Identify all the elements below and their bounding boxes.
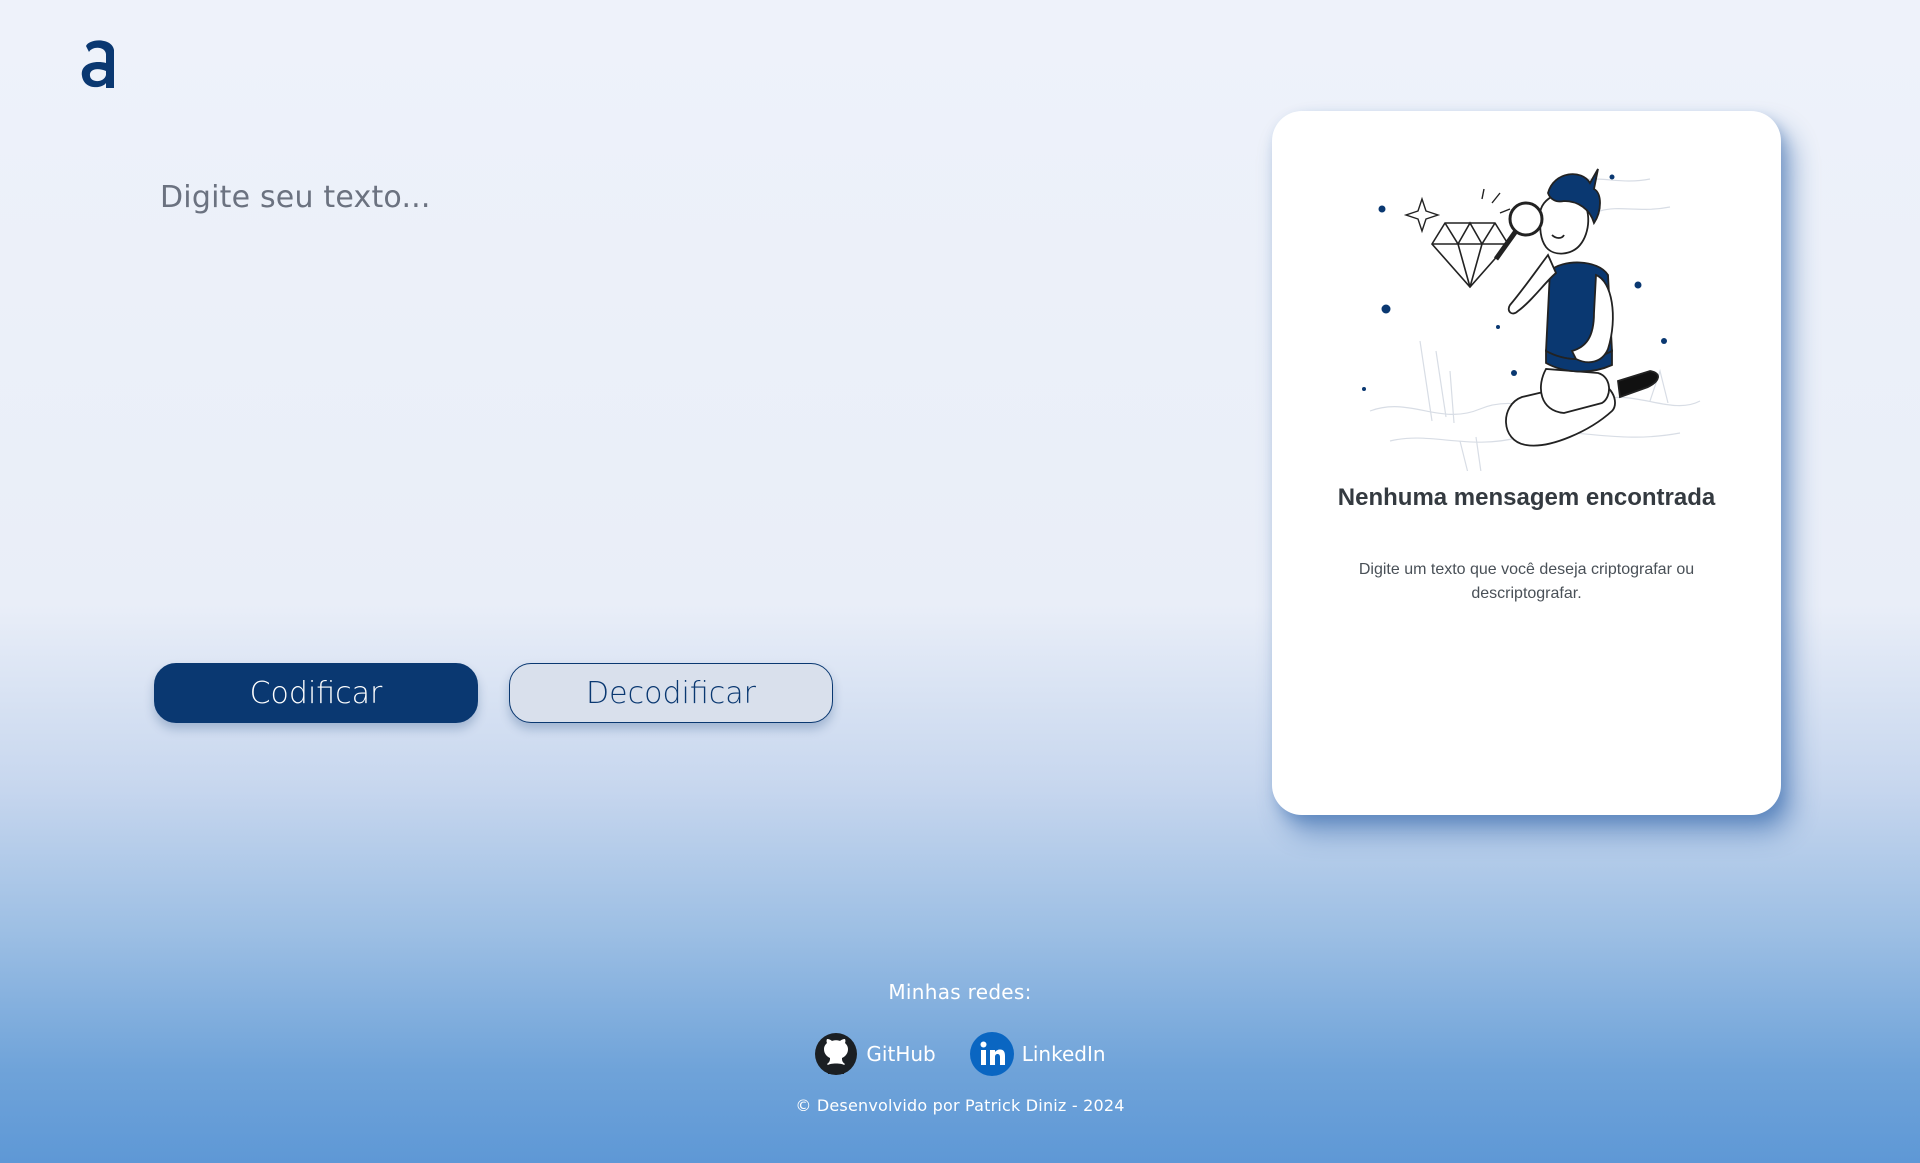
encode-button[interactable]: Codificar: [154, 663, 478, 723]
empty-state-title: Nenhuma mensagem encontrada: [1337, 484, 1716, 511]
message-input[interactable]: [160, 180, 1160, 600]
copyright: © Desenvolvido por Patrick Diniz - 2024: [795, 1096, 1125, 1115]
output-card: Nenhuma mensagem encontrada Digite um te…: [1272, 111, 1781, 815]
a-logo-icon: [81, 40, 114, 88]
empty-state-description: Digite um texto que você deseja criptogr…: [1358, 561, 1695, 602]
decode-button[interactable]: Decodificar: [509, 663, 833, 723]
footer: Minhas redes: GitHub LinkedIn © Desenvol…: [0, 980, 1920, 1115]
alura-logo[interactable]: [78, 34, 122, 90]
github-link[interactable]: GitHub: [814, 1032, 936, 1076]
github-icon: [815, 1033, 858, 1075]
social-label: Minhas redes:: [888, 980, 1032, 1004]
github-label: GitHub: [866, 1042, 936, 1066]
social-links: GitHub LinkedIn: [0, 1032, 1920, 1076]
linkedin-label: LinkedIn: [1021, 1042, 1106, 1066]
linkedin-link[interactable]: LinkedIn: [969, 1032, 1106, 1076]
search-illustration: [1362, 168, 1701, 471]
linkedin-icon: [969, 1032, 1014, 1076]
